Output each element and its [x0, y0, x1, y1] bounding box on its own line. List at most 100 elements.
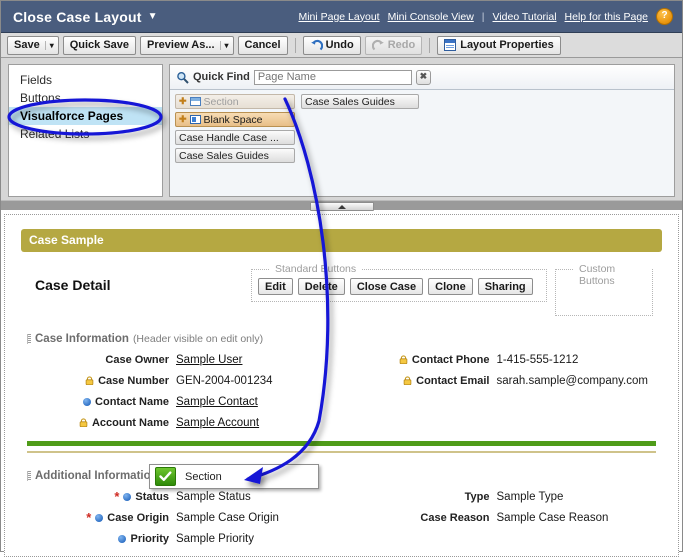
field-row[interactable]: Case Number GEN-2004-001234 [21, 370, 342, 391]
undo-icon [310, 39, 323, 52]
chevron-down-icon[interactable]: ▼ [148, 11, 158, 22]
drag-grip-icon[interactable] [27, 471, 31, 481]
section-header-case-information[interactable]: Case Information (Header visible on edit… [27, 333, 662, 345]
sample-banner: Case Sample [21, 229, 662, 252]
field-value: GEN-2004-001234 [176, 374, 273, 387]
field-row[interactable]: Contact Name Sample Contact [21, 391, 342, 412]
clear-search-icon[interactable]: ✖ [415, 69, 431, 85]
button-delete[interactable]: Delete [297, 278, 345, 295]
button-close-case[interactable]: Close Case [349, 278, 424, 295]
quick-find-bar: Quick Find ✖ [170, 65, 674, 90]
section-note: (Header visible on edit only) [132, 333, 264, 345]
lock-icon [399, 355, 408, 365]
layout-properties-button[interactable]: Layout Properties [437, 35, 561, 55]
button-sharing[interactable]: Sharing [477, 278, 533, 295]
field-row[interactable]: Case Owner Sample User [21, 349, 342, 370]
standard-buttons-region[interactable]: Standard Buttons Edit Delete Close Case … [251, 263, 547, 302]
field-value[interactable]: Sample Contact [176, 396, 258, 408]
additional-information-grid: * Status Sample Status * Case Origin Sam… [21, 486, 662, 549]
quick-find-label: Quick Find [193, 71, 250, 83]
save-button[interactable]: Save ▾ [7, 35, 59, 55]
category-item-buttons[interactable]: Buttons [9, 89, 162, 107]
field-value[interactable]: Sample User [176, 354, 242, 366]
field-row[interactable]: * Case Origin Sample Case Origin [21, 507, 342, 528]
link-video-tutorial[interactable]: Video Tutorial [493, 11, 557, 23]
field-row[interactable]: Priority Sample Priority [21, 528, 342, 549]
category-item-visualforce-pages[interactable]: Visualforce Pages [9, 107, 162, 125]
quick-find-input[interactable] [253, 69, 412, 85]
help-icon[interactable]: ? [656, 8, 673, 25]
field-row[interactable]: Account Name Sample Account [21, 412, 342, 433]
field-label: Case Owner [21, 354, 176, 366]
field-row[interactable]: Contact Email sarah.sample@company.com [342, 370, 663, 391]
case-information-grid: Case Owner Sample User Case Number GEN-2… [21, 349, 662, 433]
category-item-fields[interactable]: Fields [9, 71, 162, 89]
field-label: Contact Email [342, 375, 497, 387]
save-dropdown-caret-icon[interactable]: ▾ [44, 40, 54, 50]
field-label-text: Contact Name [95, 395, 169, 408]
collapse-palette-handle[interactable] [309, 202, 374, 211]
palette-item-case-sales-guides[interactable]: Case Sales Guides [175, 148, 295, 163]
field-row[interactable]: * Status Sample Status [21, 486, 342, 507]
standard-buttons-legend: Standard Buttons [270, 263, 362, 275]
field-label: Contact Phone [342, 354, 497, 366]
field-label: Case Number [21, 375, 176, 387]
field-label-text: Type [464, 490, 490, 503]
palette-item-label: Section [203, 95, 239, 108]
palette-item-case-handle-case[interactable]: Case Handle Case ... [175, 130, 295, 145]
save-button-label: Save [14, 39, 40, 51]
field-row[interactable]: Case Reason Sample Case Reason [342, 507, 663, 528]
custom-buttons-region[interactable]: Custom Buttons [555, 263, 653, 316]
preview-as-button[interactable]: Preview As... ▾ [140, 35, 234, 55]
palette-item-case-sales-guides-2[interactable]: Case Sales Guides [301, 94, 419, 109]
palette-item-blank-space[interactable]: ✚ Blank Space [175, 112, 295, 127]
redo-button: Redo [364, 35, 423, 55]
palette-item-label: Case Sales Guides [179, 149, 269, 162]
page-header-links: Mini Page Layout Mini Console View | Vid… [298, 8, 682, 25]
section-title: Case Information [35, 333, 129, 345]
plus-icon: ✚ [179, 114, 187, 124]
quick-save-button[interactable]: Quick Save [62, 35, 137, 55]
section-title: Additional Information [35, 470, 158, 482]
link-mini-page-layout[interactable]: Mini Page Layout [298, 11, 379, 23]
lock-icon [403, 376, 412, 386]
blue-dot-icon [95, 513, 104, 522]
palette-item-label: Blank Space [203, 113, 263, 126]
undo-button[interactable]: Undo [302, 35, 361, 55]
blue-dot-icon [83, 397, 92, 406]
category-list: Fields Buttons Visualforce Pages Related… [9, 65, 162, 143]
blue-dot-icon [118, 534, 127, 543]
palette-item-label: Case Handle Case ... [179, 131, 279, 144]
page-title: Close Case Layout [13, 8, 142, 25]
palette-column-one: ✚ Section ✚ Blank Space Case Handle Case… [175, 94, 295, 163]
link-help-for-this-page[interactable]: Help for this Page [565, 11, 648, 23]
preview-as-label: Preview As... [147, 39, 215, 51]
required-icon: * [114, 488, 120, 504]
button-clone[interactable]: Clone [428, 278, 473, 295]
green-divider [27, 441, 656, 446]
field-label: * Case Origin [21, 511, 176, 524]
palette-item-section[interactable]: ✚ Section [175, 94, 295, 109]
pane-splitter [1, 200, 682, 211]
button-edit[interactable]: Edit [258, 278, 293, 295]
toolbar-separator [294, 37, 296, 53]
preview-dropdown-caret-icon[interactable]: ▾ [219, 40, 229, 50]
case-information-left-column: Case Owner Sample User Case Number GEN-2… [21, 349, 342, 433]
field-value[interactable]: Sample Account [176, 417, 259, 429]
drag-drop-tooltip: Section [149, 464, 319, 489]
detail-header-row: Case Detail Standard Buttons Edit Delete… [21, 263, 662, 316]
layout-properties-label: Layout Properties [460, 39, 554, 51]
cancel-button[interactable]: Cancel [237, 35, 288, 55]
plus-icon: ✚ [179, 96, 187, 106]
field-row[interactable]: Contact Phone 1-415-555-1212 [342, 349, 663, 370]
drag-grip-icon[interactable] [27, 334, 31, 344]
undo-label: Undo [325, 39, 354, 51]
field-row[interactable]: Type Sample Type [342, 486, 663, 507]
category-item-related-lists[interactable]: Related Lists [9, 125, 162, 143]
palette-column-two: Case Sales Guides [301, 94, 419, 109]
section-header-additional-information[interactable]: Additional Information [27, 470, 662, 482]
page-header-left: Close Case Layout ▼ [1, 9, 158, 25]
link-mini-console-view[interactable]: Mini Console View [388, 11, 474, 23]
lock-icon [85, 376, 94, 386]
page-header: Close Case Layout ▼ Mini Page Layout Min… [1, 1, 682, 33]
